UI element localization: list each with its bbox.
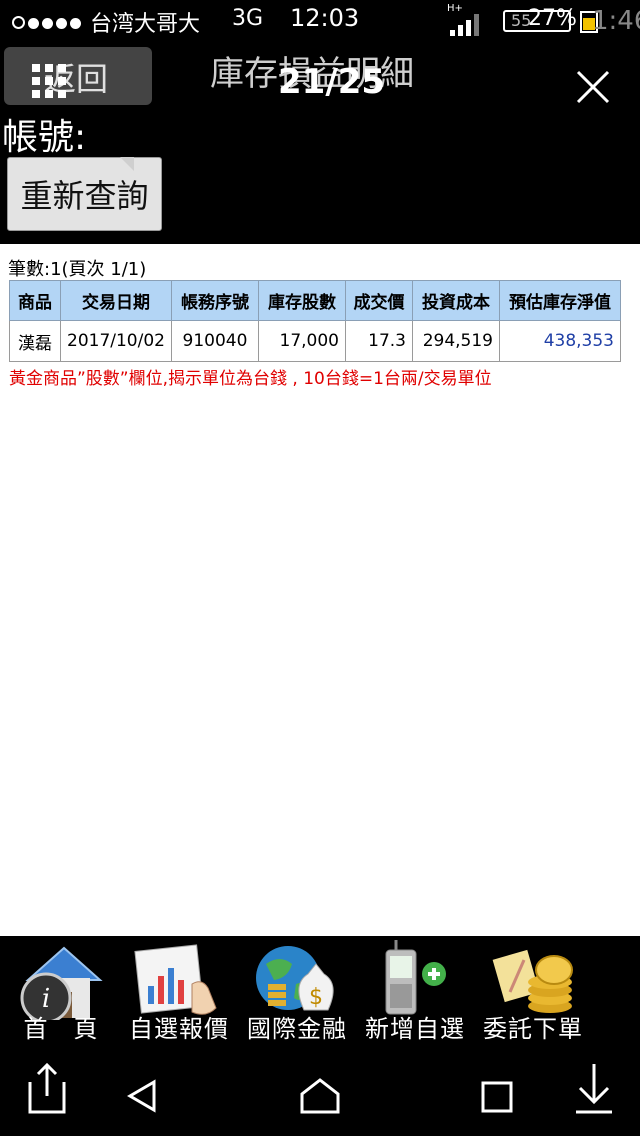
signal-strength-dots-icon xyxy=(12,14,84,33)
battery-percentage: 27% xyxy=(528,6,577,31)
grid-menu-icon[interactable] xyxy=(30,62,70,102)
status-time: 12:03 xyxy=(290,4,360,32)
cellular-signal-icon xyxy=(450,14,479,36)
cell-product: 漢磊 xyxy=(9,320,61,362)
recent-apps-icon[interactable] xyxy=(480,1080,514,1114)
requery-button-corner xyxy=(120,157,134,171)
record-count: 筆數:1(頁次 1/1) xyxy=(8,259,147,280)
inventory-content: 筆數:1(頁次 1/1) 商品 交易日期 帳務序號 庫存股數 成交價 投資成本 … xyxy=(0,244,640,936)
data-type-indicator: H+ xyxy=(447,3,463,14)
bottom-toolbar: i 首 頁 自選報價 $ 國際金融 新增自選 委託下單 xyxy=(0,936,640,1056)
column-header-net-value: 預估庫存淨值 xyxy=(499,280,621,321)
toolbar-item-watchlist-quote[interactable]: 自選報價 xyxy=(120,940,238,1052)
share-icon[interactable] xyxy=(20,1062,70,1116)
table-header-row: 商品 交易日期 帳務序號 庫存股數 成交價 投資成本 預估庫存淨值 xyxy=(9,280,621,321)
toolbar-label-home: 首 頁 xyxy=(23,1015,99,1043)
column-header-product: 商品 xyxy=(9,280,61,321)
toolbar-label-international-finance: 國際金融 xyxy=(247,1015,347,1043)
network-type: 3G xyxy=(232,6,264,31)
requery-button[interactable]: 重新查詢 xyxy=(7,157,162,231)
chart-quote-icon xyxy=(134,944,217,1015)
download-icon[interactable] xyxy=(572,1062,616,1116)
back-nav-icon[interactable] xyxy=(124,1078,160,1114)
column-header-cost: 投資成本 xyxy=(412,280,500,321)
toolbar-item-home[interactable]: i 首 頁 xyxy=(2,940,120,1052)
table-row[interactable]: 漢磊 2017/10/02 910040 17,000 17.3 294,519… xyxy=(9,320,621,362)
cell-account-seq: 910040 xyxy=(171,320,259,362)
coins-order-icon xyxy=(492,949,573,1013)
toolbar-item-place-order[interactable]: 委託下單 xyxy=(474,940,592,1052)
gold-unit-note: 黃金商品”股數”欄位,揭示單位為台錢 , 10台錢=1台兩/交易單位 xyxy=(9,369,492,389)
toolbar-item-international-finance[interactable]: $ 國際金融 xyxy=(238,940,356,1052)
home-nav-icon[interactable] xyxy=(298,1076,342,1116)
svg-text:$: $ xyxy=(309,985,323,1010)
navigation-bar xyxy=(0,1056,640,1136)
toolbar-label-add-watchlist: 新增自選 xyxy=(365,1015,465,1043)
carrier-name: 台湾大哥大 xyxy=(90,12,201,37)
toolbar-item-add-watchlist[interactable]: 新增自選 xyxy=(356,940,474,1052)
account-value-obscured xyxy=(82,110,422,152)
toolbar-label-watchlist-quote: 自選報價 xyxy=(129,1015,229,1043)
cell-trade-date: 2017/10/02 xyxy=(60,320,172,362)
account-label: 帳號: xyxy=(2,117,87,158)
column-header-trade-date: 交易日期 xyxy=(60,280,172,321)
home-icon: i xyxy=(20,946,103,1024)
status-bar: 台湾大哥大 3G 12:03 H+ 55 27% 1:46 xyxy=(0,0,640,42)
cell-price: 17.3 xyxy=(345,320,413,362)
cell-cost: 294,519 xyxy=(412,320,500,362)
close-icon[interactable] xyxy=(574,68,612,106)
background-time: 1:46 xyxy=(592,6,640,36)
cell-net-value: 438,353 xyxy=(499,320,621,362)
cell-shares: 17,000 xyxy=(258,320,346,362)
image-page-counter: 21/25 xyxy=(278,62,386,102)
toolbar-label-place-order: 委託下單 xyxy=(483,1015,583,1043)
column-header-price: 成交價 xyxy=(345,280,413,321)
globe-money-icon: $ xyxy=(256,946,334,1011)
phone-add-icon xyxy=(385,940,446,1015)
inventory-table: 商品 交易日期 帳務序號 庫存股數 成交價 投資成本 預估庫存淨值 漢磊 201… xyxy=(9,280,621,362)
column-header-shares: 庫存股數 xyxy=(258,280,346,321)
column-header-account-seq: 帳務序號 xyxy=(171,280,259,321)
